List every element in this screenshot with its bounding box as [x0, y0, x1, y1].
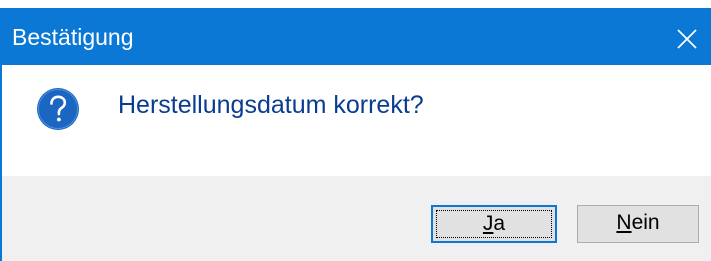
background-window-fragment: [596, 0, 680, 6]
focus-indicator: [436, 210, 552, 238]
close-icon: [677, 29, 697, 49]
yes-button[interactable]: Ja: [431, 205, 557, 243]
dialog-content: Herstellungsdatum korrekt?: [2, 65, 711, 176]
close-button[interactable]: [665, 8, 711, 65]
no-button[interactable]: Nein: [577, 205, 699, 243]
dialog-title: Bestätigung: [12, 24, 134, 50]
question-icon: [37, 88, 79, 130]
no-mnemonic: N: [616, 211, 632, 234]
dialog-message: Herstellungsdatum korrekt?: [118, 91, 424, 119]
no-label: ein: [631, 211, 660, 234]
confirmation-dialog: Bestätigung Herstellungsdatum korrekt? J…: [0, 0, 711, 261]
button-bar: Ja Nein: [2, 176, 711, 261]
title-bar[interactable]: Bestätigung: [0, 8, 711, 65]
